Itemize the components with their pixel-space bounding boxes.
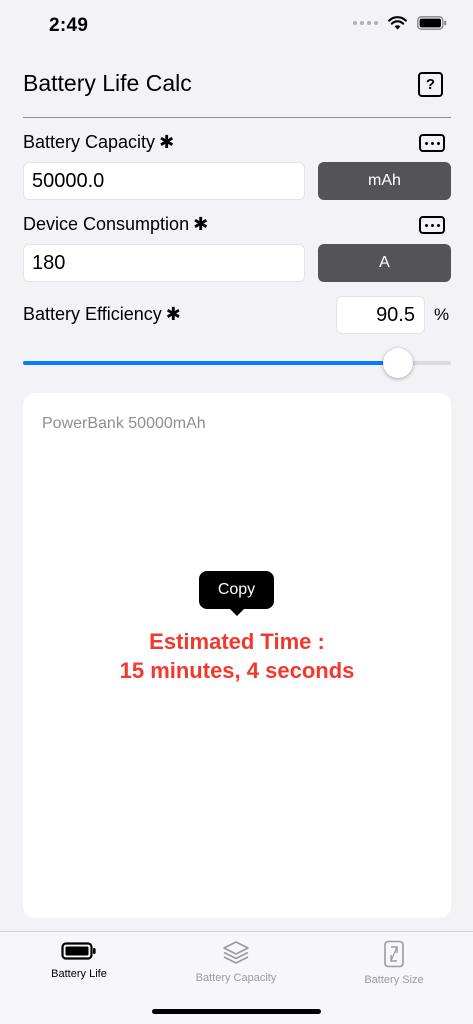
tab-label: Battery Size bbox=[364, 974, 424, 986]
tab-battery-life[interactable]: Battery Life bbox=[0, 940, 158, 980]
preset-name: PowerBank 50000mAh bbox=[42, 415, 206, 432]
more-dot bbox=[430, 141, 434, 145]
slider-thumb[interactable] bbox=[383, 348, 414, 378]
battery-efficiency-slider[interactable] bbox=[23, 347, 451, 379]
required-asterisk-icon: ✱ bbox=[193, 214, 209, 234]
battery-capacity-more-button[interactable] bbox=[419, 134, 445, 152]
cellular-signal-icon bbox=[353, 21, 378, 25]
help-button[interactable]: ? bbox=[418, 72, 443, 97]
screen: 2:49 Battery Life Calc ? Battery Capacit… bbox=[0, 0, 473, 1024]
battery-capacity-input[interactable]: 50000.0 bbox=[23, 162, 305, 200]
more-dot bbox=[436, 223, 440, 227]
status-icons bbox=[353, 16, 447, 30]
more-dot bbox=[424, 223, 428, 227]
more-dot bbox=[424, 141, 428, 145]
battery-efficiency-input[interactable]: 90.5 bbox=[336, 296, 425, 334]
tab-label: Battery Life bbox=[51, 968, 107, 980]
required-asterisk-icon: ✱ bbox=[159, 132, 175, 152]
tab-label: Battery Capacity bbox=[195, 972, 277, 984]
battery-icon bbox=[61, 942, 96, 960]
wifi-icon bbox=[388, 16, 407, 30]
help-button-label: ? bbox=[425, 76, 436, 93]
battery-capacity-label-text: Battery Capacity bbox=[23, 132, 156, 152]
result-card: PowerBank 50000mAh Copy Estimated Time :… bbox=[23, 393, 451, 918]
home-indicator bbox=[152, 1009, 321, 1014]
device-consumption-label-text: Device Consumption bbox=[23, 214, 190, 234]
battery-efficiency-label-text: Battery Efficiency bbox=[23, 304, 162, 324]
device-consumption-label: Device Consumption ✱ bbox=[23, 214, 208, 235]
battery-capacity-label: Battery Capacity ✱ bbox=[23, 132, 174, 153]
battery-capacity-unit-button[interactable]: mAh bbox=[318, 162, 451, 200]
device-consumption-unit-button[interactable]: A bbox=[318, 244, 451, 282]
tab-battery-size[interactable]: Battery Size bbox=[315, 940, 473, 986]
required-asterisk-icon: ✱ bbox=[165, 304, 181, 324]
more-dot bbox=[436, 141, 440, 145]
result-heading: Estimated Time : bbox=[149, 629, 325, 654]
page-title: Battery Life Calc bbox=[23, 70, 192, 96]
battery-status-icon bbox=[417, 16, 447, 30]
estimated-time-result[interactable]: Estimated Time : 15 minutes, 4 seconds bbox=[23, 627, 451, 685]
more-dot bbox=[430, 223, 434, 227]
device-consumption-input[interactable]: 180 bbox=[23, 244, 305, 282]
layers-icon bbox=[223, 941, 249, 964]
slider-fill bbox=[23, 361, 399, 365]
result-value: 15 minutes, 4 seconds bbox=[119, 658, 355, 683]
tab-battery-capacity[interactable]: Battery Capacity bbox=[157, 940, 315, 984]
header-divider bbox=[23, 117, 451, 118]
copy-button[interactable]: Copy bbox=[199, 571, 274, 616]
resize-phone-icon bbox=[384, 940, 404, 968]
device-consumption-more-button[interactable] bbox=[419, 216, 445, 234]
battery-efficiency-label: Battery Efficiency ✱ bbox=[23, 304, 181, 325]
battery-efficiency-unit: % bbox=[434, 305, 450, 324]
status-time: 2:49 bbox=[49, 15, 89, 36]
